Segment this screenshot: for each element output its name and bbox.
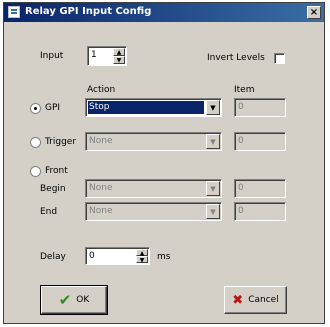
input-label: Input (40, 51, 64, 61)
invert-levels-checkbox[interactable] (274, 53, 285, 64)
begin-item-field[interactable]: 0 (234, 179, 286, 198)
close-button[interactable]: × (307, 6, 321, 19)
gpi-radio[interactable] (30, 103, 41, 114)
window-icon (8, 6, 20, 18)
trigger-action-combo[interactable]: None ▼ (85, 132, 222, 151)
gpi-action-combo[interactable]: Stop ▼ (85, 98, 222, 117)
item-header: Item (234, 85, 255, 95)
delay-spinbox[interactable]: 0 ▲ ▼ (85, 247, 150, 265)
gpi-item-field[interactable]: 0 (234, 98, 286, 117)
begin-action-combo[interactable]: None ▼ (85, 179, 222, 198)
begin-action-value: None (89, 183, 113, 193)
trigger-item-value: 0 (238, 136, 244, 146)
window-title: Relay GPI Input Config (25, 6, 152, 17)
delay-label: Delay (40, 252, 66, 262)
ok-label: OK (76, 295, 90, 305)
ok-button[interactable]: ✔ OK (40, 285, 108, 315)
input-spin-buttons[interactable]: ▲ ▼ (113, 48, 125, 64)
end-item-field[interactable]: 0 (234, 202, 286, 221)
trigger-action-value: None (89, 136, 113, 146)
title-bar[interactable]: Relay GPI Input Config × (4, 3, 324, 22)
invert-levels-label: Invert Levels (207, 53, 265, 63)
close-icon: × (309, 7, 319, 18)
end-label: End (40, 207, 58, 217)
delay-value: 0 (89, 251, 95, 261)
check-icon: ✔ (58, 291, 72, 309)
input-value: 1 (91, 50, 97, 60)
input-spinbox[interactable]: 1 ▲ ▼ (87, 46, 127, 66)
cancel-label: Cancel (248, 295, 279, 305)
trigger-label: Trigger (45, 137, 77, 147)
gpi-action-value: Stop (88, 101, 204, 114)
x-icon: ✖ (232, 292, 244, 308)
spin-down-icon[interactable]: ▼ (136, 256, 148, 264)
begin-item-value: 0 (238, 183, 244, 193)
chevron-down-icon[interactable]: ▼ (206, 134, 220, 149)
end-item-value: 0 (238, 206, 244, 216)
delay-spin-buttons[interactable]: ▲ ▼ (136, 249, 148, 264)
begin-label: Begin (40, 184, 66, 194)
trigger-radio[interactable] (30, 137, 41, 148)
end-action-value: None (89, 206, 113, 216)
delay-unit: ms (157, 252, 171, 262)
cancel-button[interactable]: ✖ Cancel (224, 286, 287, 314)
chevron-down-icon[interactable]: ▼ (206, 100, 220, 115)
spin-up-icon[interactable]: ▲ (113, 48, 125, 56)
spin-up-icon[interactable]: ▲ (136, 249, 148, 257)
front-label: Front (45, 166, 68, 176)
trigger-item-field[interactable]: 0 (234, 132, 286, 151)
end-action-combo[interactable]: None ▼ (85, 202, 222, 221)
front-radio[interactable] (30, 166, 41, 177)
chevron-down-icon[interactable]: ▼ (206, 181, 220, 196)
action-header: Action (87, 85, 116, 95)
gpi-label: GPI (45, 103, 61, 113)
spin-down-icon[interactable]: ▼ (113, 56, 125, 64)
gpi-item-value: 0 (238, 102, 244, 112)
dialog-window: Relay GPI Input Config × Input 1 ▲ ▼ Inv… (3, 2, 325, 324)
chevron-down-icon[interactable]: ▼ (206, 204, 220, 219)
